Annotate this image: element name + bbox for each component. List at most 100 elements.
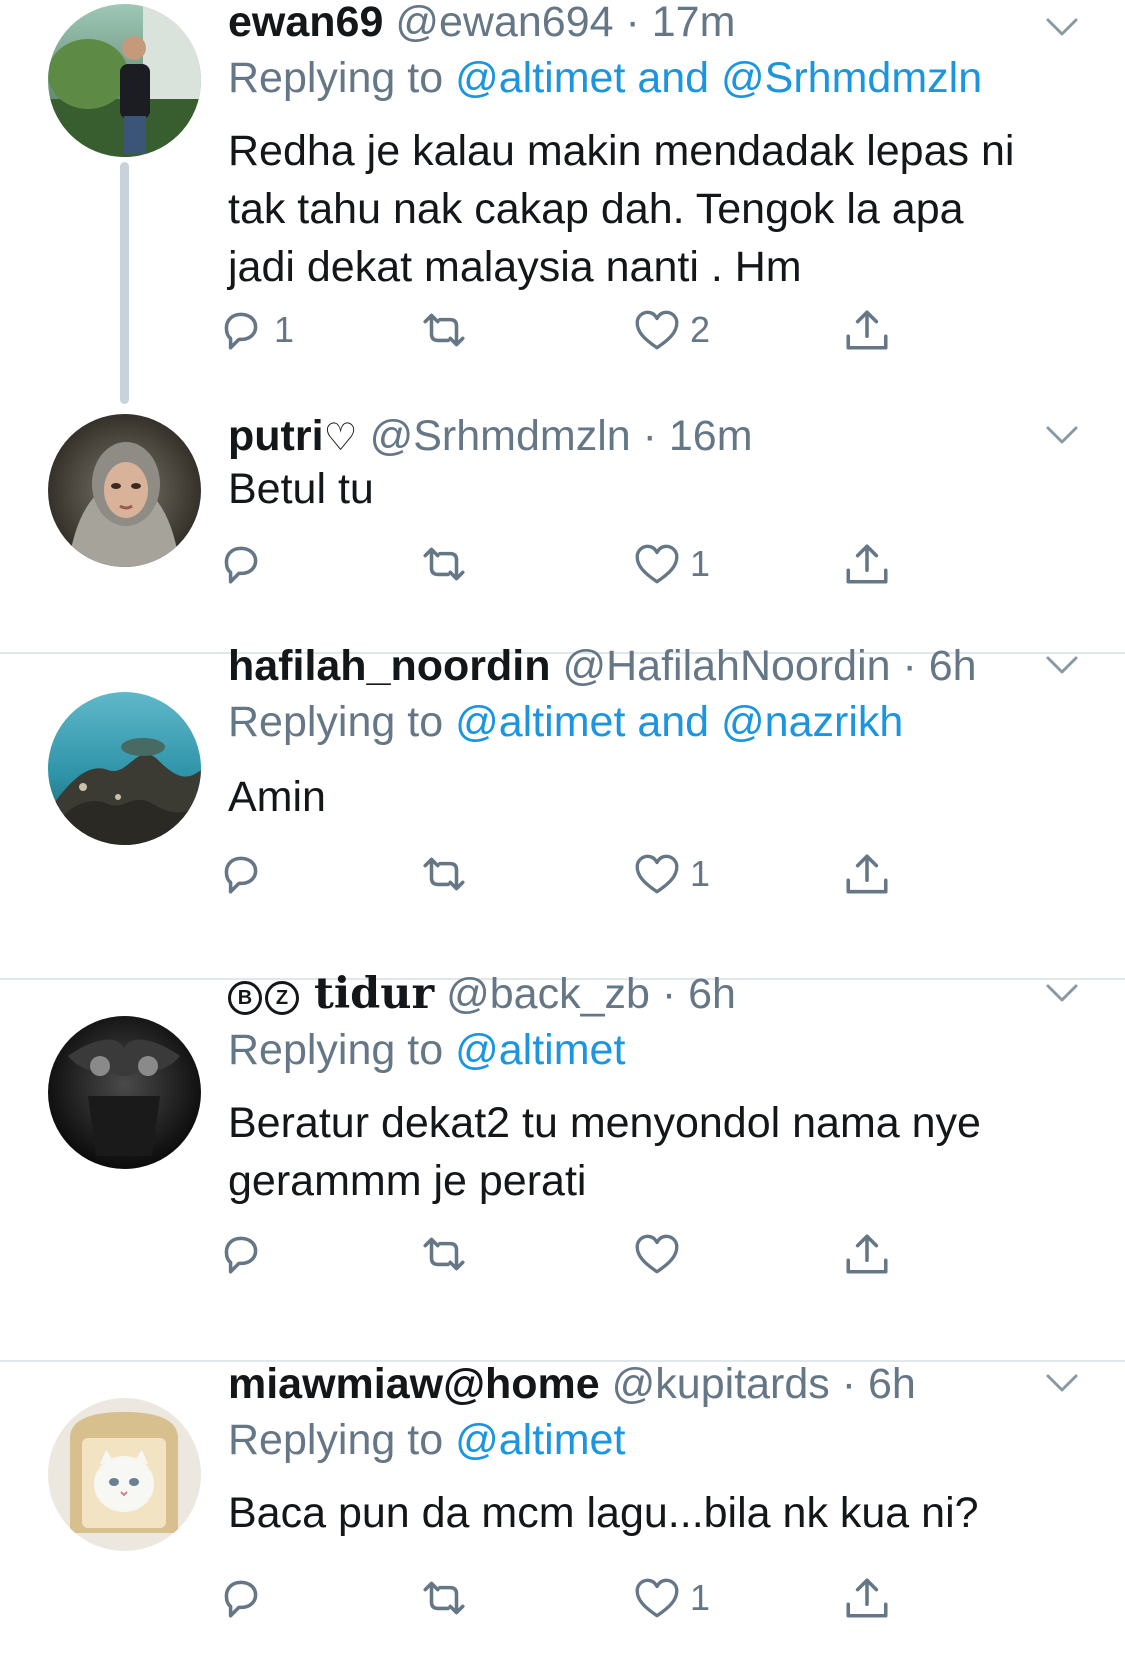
reply-icon bbox=[216, 305, 266, 355]
chevron-down-icon[interactable] bbox=[1042, 8, 1082, 48]
like-count: 1 bbox=[690, 853, 711, 894]
retweet-button[interactable] bbox=[418, 1226, 478, 1282]
like-button[interactable]: 1 bbox=[632, 1570, 710, 1626]
replying-to-prefix: Replying to bbox=[228, 54, 444, 102]
avatar-photo bbox=[48, 1016, 201, 1169]
share-icon bbox=[842, 305, 892, 355]
like-count: 1 bbox=[690, 543, 711, 584]
tweet-text-line: tak tahu nak cakap dah. Tengok la apa bbox=[228, 185, 964, 233]
user-handle[interactable]: @HafilahNoordin bbox=[562, 642, 890, 690]
like-button[interactable] bbox=[632, 1226, 690, 1282]
tweet-actions: 1 bbox=[228, 536, 988, 592]
reply-button[interactable] bbox=[216, 1570, 274, 1626]
avatar-photo bbox=[48, 1398, 201, 1551]
tweet-text-line: Amin bbox=[228, 773, 326, 821]
reply-icon bbox=[216, 849, 266, 899]
replying-to-prefix: Replying to bbox=[228, 1416, 444, 1464]
tweet-text-line: gerammm je perati bbox=[228, 1157, 587, 1205]
chevron-down-icon[interactable] bbox=[1042, 1364, 1082, 1404]
tweet-text: Redha je kalau makin mendadak lepas ni t… bbox=[228, 122, 1073, 296]
reply-feed: ewan69 @ewan694 · 17m Replying to @altim… bbox=[0, 0, 1125, 1674]
reply-button[interactable] bbox=[216, 846, 274, 902]
retweet-button[interactable] bbox=[418, 302, 478, 358]
avatar[interactable] bbox=[48, 414, 201, 567]
retweet-button[interactable] bbox=[418, 1570, 478, 1626]
timestamp[interactable]: 6h bbox=[688, 970, 736, 1018]
display-name[interactable]: hafilah_noordin bbox=[228, 642, 551, 690]
reply-button[interactable]: 1 bbox=[216, 302, 294, 358]
chevron-down-icon[interactable] bbox=[1042, 974, 1082, 1014]
reply-icon bbox=[216, 1229, 266, 1279]
reply-button[interactable] bbox=[216, 536, 274, 592]
tweet-putri[interactable]: putri♡ @Srhmdmzln · 16m Betul tu 1 bbox=[0, 412, 1125, 658]
share-icon bbox=[842, 1573, 892, 1623]
heart-icon bbox=[632, 1229, 682, 1279]
share-button[interactable] bbox=[842, 536, 892, 592]
share-button[interactable] bbox=[842, 1226, 892, 1282]
tweet-text: Amin bbox=[228, 768, 1073, 826]
user-handle[interactable]: @kupitards bbox=[612, 1360, 830, 1408]
avatar[interactable] bbox=[48, 1398, 201, 1551]
share-button[interactable] bbox=[842, 1570, 892, 1626]
tweet-text-line: Redha je kalau makin mendadak lepas ni bbox=[228, 127, 1015, 175]
share-button[interactable] bbox=[842, 302, 892, 358]
timestamp[interactable]: 17m bbox=[652, 0, 736, 46]
tweet-text-line: Beratur dekat2 tu menyondol nama nye bbox=[228, 1099, 981, 1147]
avatar-photo bbox=[48, 692, 201, 845]
display-name[interactable]: putri bbox=[228, 412, 324, 460]
reply-count: 1 bbox=[274, 309, 295, 350]
replying-to-mentions[interactable]: @altimet and @Srhmdmzln bbox=[455, 54, 982, 102]
tweet-actions: 1 bbox=[228, 1570, 988, 1626]
like-count: 2 bbox=[690, 309, 711, 350]
retweet-button[interactable] bbox=[418, 846, 478, 902]
chevron-down-icon[interactable] bbox=[1042, 646, 1082, 686]
timestamp[interactable]: 16m bbox=[669, 412, 753, 460]
tweet-header: hafilah_noordin @HafilahNoordin · 6h bbox=[228, 638, 1035, 694]
share-button[interactable] bbox=[842, 846, 892, 902]
reply-icon bbox=[216, 1573, 266, 1623]
chevron-down-icon[interactable] bbox=[1042, 416, 1082, 456]
tweet-actions bbox=[228, 1226, 988, 1282]
like-button[interactable]: 1 bbox=[632, 846, 710, 902]
retweet-icon bbox=[418, 305, 470, 355]
user-handle[interactable]: @ewan694 bbox=[395, 0, 613, 46]
display-name[interactable]: miawmiaw@home bbox=[228, 1360, 600, 1408]
retweet-button[interactable] bbox=[418, 536, 478, 592]
like-button[interactable]: 2 bbox=[632, 302, 710, 358]
replying-to-prefix: Replying to bbox=[228, 1026, 444, 1074]
avatar[interactable] bbox=[48, 1016, 201, 1169]
tweet-ewan69[interactable]: ewan69 @ewan694 · 17m Replying to @altim… bbox=[0, 0, 1125, 430]
tweet-miawmiaw-home[interactable]: miawmiaw@home @kupitards · 6h Replying t… bbox=[0, 1360, 1125, 1674]
separator-dot: · bbox=[630, 412, 669, 460]
replying-to: Replying to @altimet and @nazrikh bbox=[228, 694, 903, 750]
replying-to-mentions[interactable]: @altimet and @nazrikh bbox=[455, 698, 903, 746]
heart-icon bbox=[632, 539, 682, 589]
share-icon bbox=[842, 1229, 892, 1279]
display-name[interactable]: ewan69 bbox=[228, 0, 383, 46]
user-handle[interactable]: @back_zb bbox=[446, 970, 650, 1018]
replying-to-mentions[interactable]: @altimet bbox=[455, 1416, 625, 1464]
tweet-hafilah-noordin[interactable]: hafilah_noordin @HafilahNoordin · 6h Rep… bbox=[0, 642, 1125, 980]
user-handle[interactable]: @Srhmdmzln bbox=[370, 412, 631, 460]
display-name[interactable]: tidur bbox=[314, 969, 434, 1019]
replying-to-mentions[interactable]: @altimet bbox=[455, 1026, 625, 1074]
avatar-photo bbox=[48, 4, 201, 157]
replying-to: Replying to @altimet bbox=[228, 1412, 625, 1468]
like-button[interactable]: 1 bbox=[632, 536, 710, 592]
replying-to-prefix: Replying to bbox=[228, 698, 444, 746]
separator-dot: · bbox=[613, 0, 652, 46]
tweet-actions: 1 bbox=[228, 846, 988, 902]
tweet-actions: 1 2 bbox=[228, 302, 988, 358]
tweet-tidur[interactable]: BZ tidur @back_zb · 6h Replying to @alti… bbox=[0, 969, 1125, 1360]
tweet-text-line: Baca pun da mcm lagu...bila nk kua ni? bbox=[228, 1489, 979, 1537]
tweet-header: putri♡ @Srhmdmzln · 16m bbox=[228, 408, 1035, 464]
reply-button[interactable] bbox=[216, 1226, 274, 1282]
tweet-header: ewan69 @ewan694 · 17m bbox=[228, 0, 1035, 50]
avatar[interactable] bbox=[48, 692, 201, 845]
heart-icon bbox=[632, 1573, 682, 1623]
timestamp[interactable]: 6h bbox=[868, 1360, 916, 1408]
avatar[interactable] bbox=[48, 4, 201, 157]
retweet-icon bbox=[418, 539, 470, 589]
retweet-icon bbox=[418, 1573, 470, 1623]
timestamp[interactable]: 6h bbox=[929, 642, 977, 690]
